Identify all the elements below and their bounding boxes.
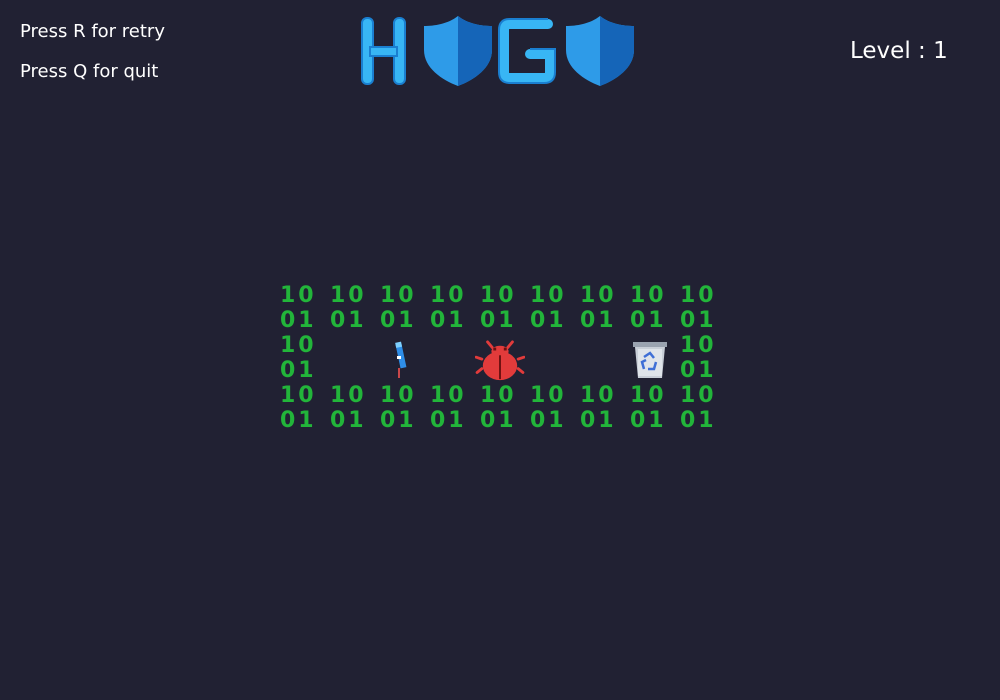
binary-wall-tile: 01 bbox=[680, 408, 717, 433]
binary-wall-tile: 10 bbox=[280, 283, 317, 308]
binary-wall-tile: 01 bbox=[330, 408, 367, 433]
binary-wall-tile: 10 bbox=[480, 283, 517, 308]
binary-wall-tile: 10 bbox=[430, 283, 467, 308]
binary-wall-tile: 01 bbox=[630, 408, 667, 433]
logo-letter-g bbox=[499, 19, 555, 83]
binary-wall-tile: 01 bbox=[530, 408, 567, 433]
binary-wall-tile: 01 bbox=[430, 308, 467, 333]
binary-wall-tile: 01 bbox=[630, 308, 667, 333]
binary-wall-tile: 01 bbox=[380, 308, 417, 333]
binary-wall-tile: 01 bbox=[380, 408, 417, 433]
logo-letter-h bbox=[361, 17, 406, 85]
binary-wall-tile: 10 bbox=[330, 283, 367, 308]
binary-wall-tile: 01 bbox=[430, 408, 467, 433]
binary-wall-tile: 10 bbox=[680, 383, 717, 408]
recycle-bin-icon bbox=[633, 342, 667, 378]
shield-icon bbox=[566, 16, 634, 86]
binary-wall-tile: 10 bbox=[580, 383, 617, 408]
binary-wall-tile: 01 bbox=[280, 308, 317, 333]
binary-wall-tile: 10 bbox=[680, 333, 717, 358]
binary-wall-tile: 10 bbox=[380, 283, 417, 308]
player-pencil-icon bbox=[395, 341, 407, 378]
bug-enemy-icon bbox=[475, 340, 525, 381]
binary-wall-tile: 10 bbox=[530, 283, 567, 308]
binary-wall-tile: 01 bbox=[680, 308, 717, 333]
binary-wall-tile: 01 bbox=[530, 308, 567, 333]
binary-wall-tile: 01 bbox=[580, 408, 617, 433]
binary-wall-tile: 10 bbox=[680, 283, 717, 308]
binary-wall-tile: 01 bbox=[580, 308, 617, 333]
shield-icon bbox=[424, 16, 492, 86]
binary-wall-tile: 01 bbox=[280, 408, 317, 433]
binary-wall-tile: 10 bbox=[380, 383, 417, 408]
retry-hint: Press R for retry bbox=[20, 21, 165, 42]
binary-wall-tile: 01 bbox=[680, 358, 717, 383]
binary-wall-tile: 10 bbox=[530, 383, 567, 408]
binary-wall-tile: 10 bbox=[480, 383, 517, 408]
binary-wall-tile: 10 bbox=[630, 383, 667, 408]
quit-hint: Press Q for quit bbox=[20, 61, 159, 82]
binary-wall-tile: 01 bbox=[480, 308, 517, 333]
binary-wall-tile: 10 bbox=[280, 383, 317, 408]
binary-wall-tile: 01 bbox=[280, 358, 317, 383]
binary-wall-tile: 01 bbox=[480, 408, 517, 433]
game-logo bbox=[361, 16, 634, 86]
binary-wall-tile: 10 bbox=[430, 383, 467, 408]
binary-wall-tile: 10 bbox=[630, 283, 667, 308]
binary-wall-tile: 01 bbox=[330, 308, 367, 333]
binary-wall-tile: 10 bbox=[330, 383, 367, 408]
binary-wall-tile: 10 bbox=[280, 333, 317, 358]
binary-wall-tile: 10 bbox=[580, 283, 617, 308]
level-indicator: Level : 1 bbox=[850, 38, 948, 64]
